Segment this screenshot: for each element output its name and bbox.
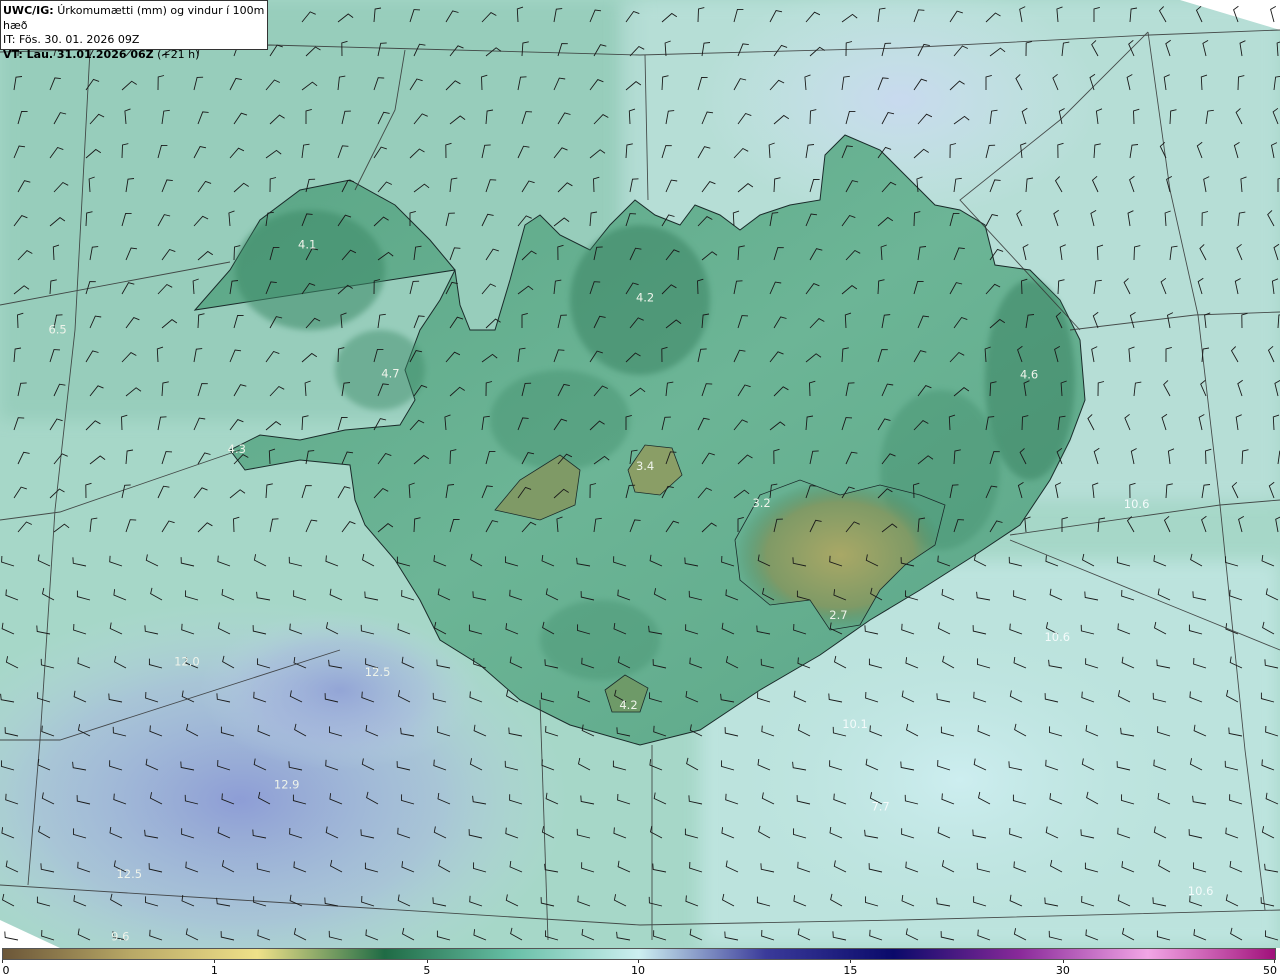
valid-time-line: VT: Lau. 31.01.2026 06Z (+21 h) bbox=[3, 48, 267, 63]
precipitation-value-label: 4.2 bbox=[636, 291, 654, 305]
weather-map-view: 4.1 6.5 4.7 4.3 4.2 3.4 3.2 4.6 10.6 2.7 10.6 12.0 1… bbox=[0, 0, 1280, 978]
precipitation-value-label: 12.0 bbox=[174, 655, 200, 669]
colorbar-tick-label: 10 bbox=[631, 964, 645, 977]
precipitation-value-label: 12.5 bbox=[365, 665, 391, 679]
precipitation-wind-map: 4.1 6.5 4.7 4.3 4.2 3.4 3.2 4.6 10.6 2.7 10.6 12.0 1… bbox=[0, 0, 1280, 948]
colorbar-tick bbox=[426, 960, 428, 963]
colorbar-tick-label: 50 bbox=[1263, 964, 1277, 977]
initial-time: IT: Fös. 30. 01. 2026 09Z bbox=[3, 33, 140, 46]
colorbar-strip bbox=[2, 948, 1276, 960]
precipitation-value-label: 2.7 bbox=[829, 608, 847, 622]
model-name: UWC/IG: bbox=[3, 4, 54, 17]
precipitation-value-label: 4.1 bbox=[298, 237, 316, 251]
colorbar-tick bbox=[850, 960, 852, 963]
precipitation-value-label: 4.6 bbox=[1020, 367, 1038, 381]
valid-time: VT: Lau. 31.01.2026 06Z bbox=[3, 47, 154, 61]
precipitation-value-label: 9.6 bbox=[111, 929, 129, 943]
precipitation-value-label: 4.7 bbox=[381, 366, 399, 380]
colorbar-tick-label: 1 bbox=[210, 964, 218, 977]
colorbar-tick bbox=[638, 960, 639, 963]
precipitation-value-label: 7.7 bbox=[871, 800, 889, 814]
colorbar-tick-label: 0 bbox=[2, 964, 10, 977]
precipitation-value-label: 4.3 bbox=[228, 442, 246, 456]
precipitation-value-label: 10.6 bbox=[1188, 884, 1214, 898]
precipitation-value-label: 12.9 bbox=[274, 778, 300, 792]
precipitation-value-label: 6.5 bbox=[48, 323, 66, 337]
precipitation-value-label: 10.6 bbox=[1124, 497, 1150, 511]
colorbar-tick bbox=[1062, 960, 1064, 963]
precipitation-value-label: 3.4 bbox=[636, 459, 654, 473]
map-header: UWC/IG: Úrkomumætti (mm) og vindur í 100… bbox=[0, 0, 268, 61]
colorbar-tick-label: 15 bbox=[843, 964, 858, 977]
precipitation-value-label: 12.5 bbox=[116, 867, 142, 881]
precipitation-value-label: 10.1 bbox=[842, 717, 868, 731]
colorbar-tick bbox=[1274, 960, 1275, 963]
forecast-lead: (+21 h) bbox=[157, 47, 200, 61]
colorbar-tick-label: 30 bbox=[1055, 964, 1070, 977]
precipitation-value-label: 10.6 bbox=[1044, 630, 1070, 644]
header-title-line: UWC/IG: Úrkomumætti (mm) og vindur í 100… bbox=[3, 4, 267, 33]
colorbar-tick bbox=[214, 960, 216, 963]
colorbar-tick bbox=[2, 960, 3, 963]
precipitation-value-label: 3.2 bbox=[752, 496, 770, 510]
precipitation-colorbar: 0 1 5 10 15 30 50 bbox=[0, 948, 1280, 978]
colorbar-tick-label: 5 bbox=[423, 964, 431, 977]
precipitation-value-label: 4.2 bbox=[619, 698, 637, 712]
